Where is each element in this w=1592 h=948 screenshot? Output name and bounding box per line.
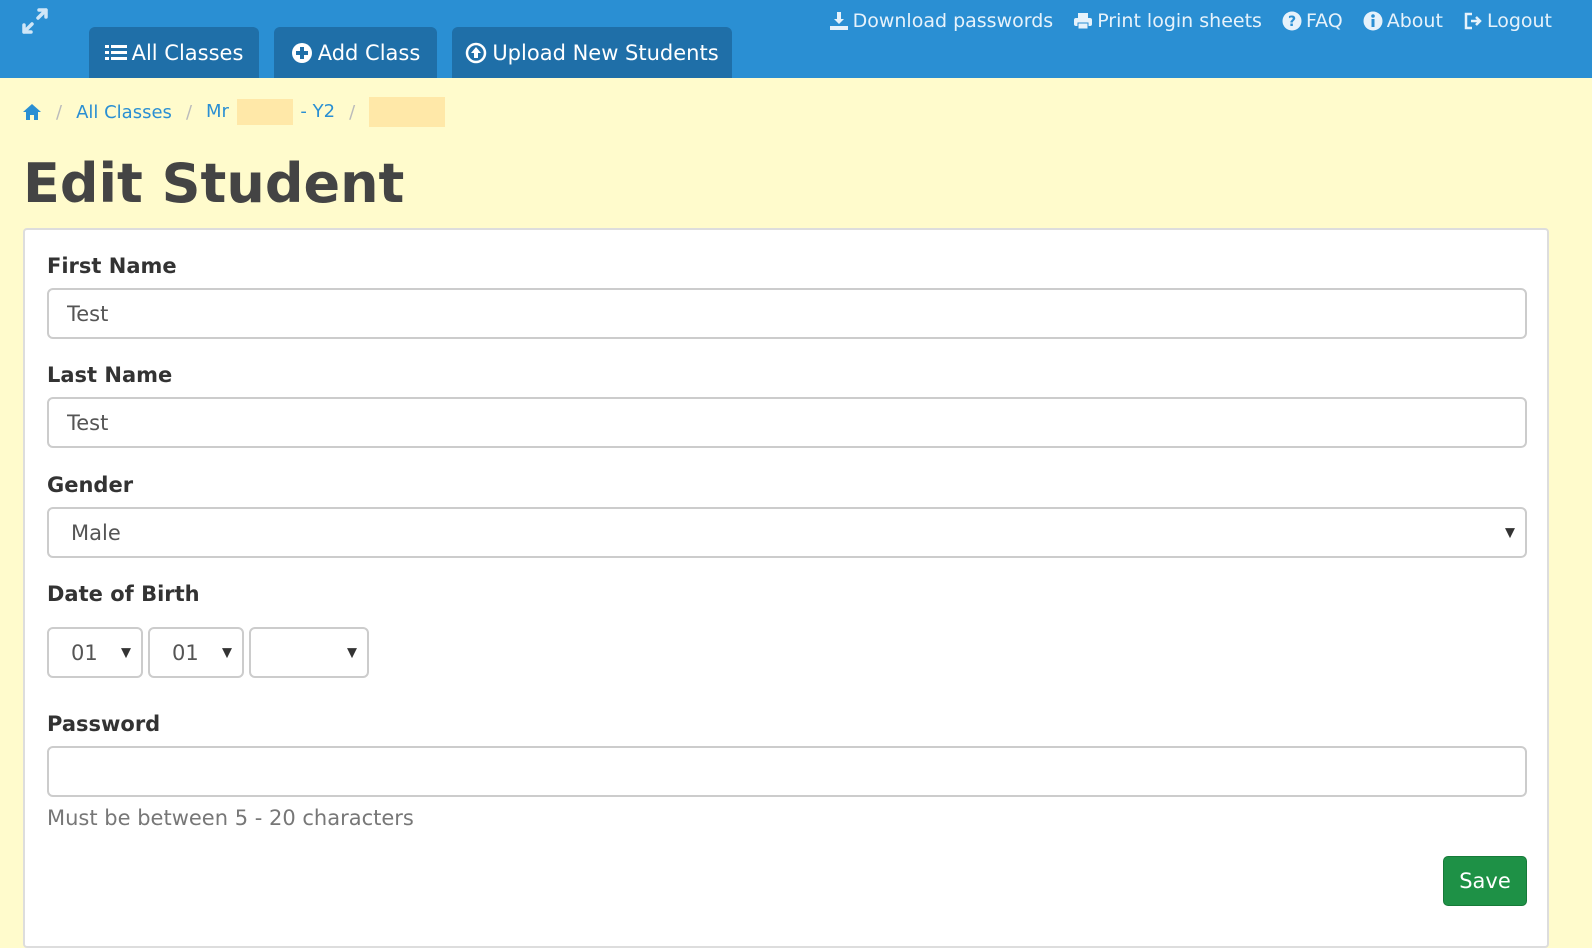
breadcrumb-separator: / [349,101,356,123]
breadcrumb-all-classes[interactable]: All Classes [76,102,172,123]
question-circle-icon: ? [1282,11,1302,31]
first-name-input[interactable] [47,288,1527,339]
chevron-down-icon: ▼ [1505,525,1515,540]
breadcrumb-separator: / [56,101,63,123]
breadcrumb-class-suffix: - Y2 [300,101,336,122]
svg-text:?: ? [1288,14,1296,30]
download-passwords-link[interactable]: Download passwords [829,10,1054,32]
upload-circle-icon [466,42,487,63]
tab-all-classes[interactable]: All Classes [89,27,259,78]
print-login-sheets-label: Print login sheets [1097,10,1262,32]
chevron-down-icon: ▼ [222,645,232,660]
chevron-down-icon: ▼ [347,645,357,660]
first-name-label: First Name [47,254,177,278]
tab-add-class[interactable]: Add Class [274,27,437,78]
chevron-down-icon: ▼ [121,645,131,660]
download-passwords-label: Download passwords [852,10,1054,32]
breadcrumb-class[interactable]: Mr - Y2 [206,99,335,125]
logout-icon [1464,12,1482,30]
expand-icon[interactable] [20,6,50,36]
breadcrumb-class-prefix: Mr [206,101,229,122]
password-input[interactable] [47,746,1527,797]
top-navigation-bar: All Classes Add Class Upload New Student… [0,0,1592,78]
info-circle-icon [1363,11,1383,31]
logout-link[interactable]: Logout [1463,10,1552,32]
print-icon [1074,13,1093,30]
tab-add-class-label: Add Class [317,40,421,65]
tab-upload-new-students[interactable]: Upload New Students [452,27,732,78]
home-icon[interactable] [22,102,42,122]
password-label: Password [47,712,161,736]
last-name-input[interactable] [47,397,1527,448]
faq-link[interactable]: ? FAQ [1282,10,1343,32]
list-icon [104,44,127,60]
save-button[interactable]: Save [1443,856,1527,906]
page-title: Edit Student [23,152,405,215]
redacted-text [236,99,293,125]
breadcrumb-current-redacted [369,97,446,127]
dob-year-select[interactable]: ▼ [249,627,369,678]
breadcrumb: / All Classes / Mr - Y2 / [22,97,446,127]
dob-day-select[interactable]: 01 ▼ [47,627,143,678]
last-name-label: Last Name [47,363,173,387]
dob-month-value: 01 [172,640,199,665]
dob-month-select[interactable]: 01 ▼ [148,627,244,678]
faq-label: FAQ [1305,10,1343,32]
about-link[interactable]: About [1363,10,1443,32]
about-label: About [1386,10,1443,32]
logout-label: Logout [1486,10,1552,32]
top-links: Download passwords Print login sheets ? … [809,5,1552,37]
gender-select[interactable]: Male ▼ [47,507,1527,558]
date-of-birth-label: Date of Birth [47,582,200,606]
gender-selected-value: Male [71,520,121,545]
print-login-sheets-link[interactable]: Print login sheets [1073,10,1262,32]
breadcrumb-separator: / [185,101,193,123]
tab-all-classes-label: All Classes [131,40,244,65]
dob-day-value: 01 [71,640,98,665]
edit-student-form: First Name Last Name Gender Male ▼ Date … [23,228,1549,948]
tab-upload-label: Upload New Students [492,40,719,65]
plus-circle-icon [291,42,312,63]
gender-label: Gender [47,473,134,497]
download-icon [829,12,848,30]
password-help-text: Must be between 5 - 20 characters [47,806,414,830]
